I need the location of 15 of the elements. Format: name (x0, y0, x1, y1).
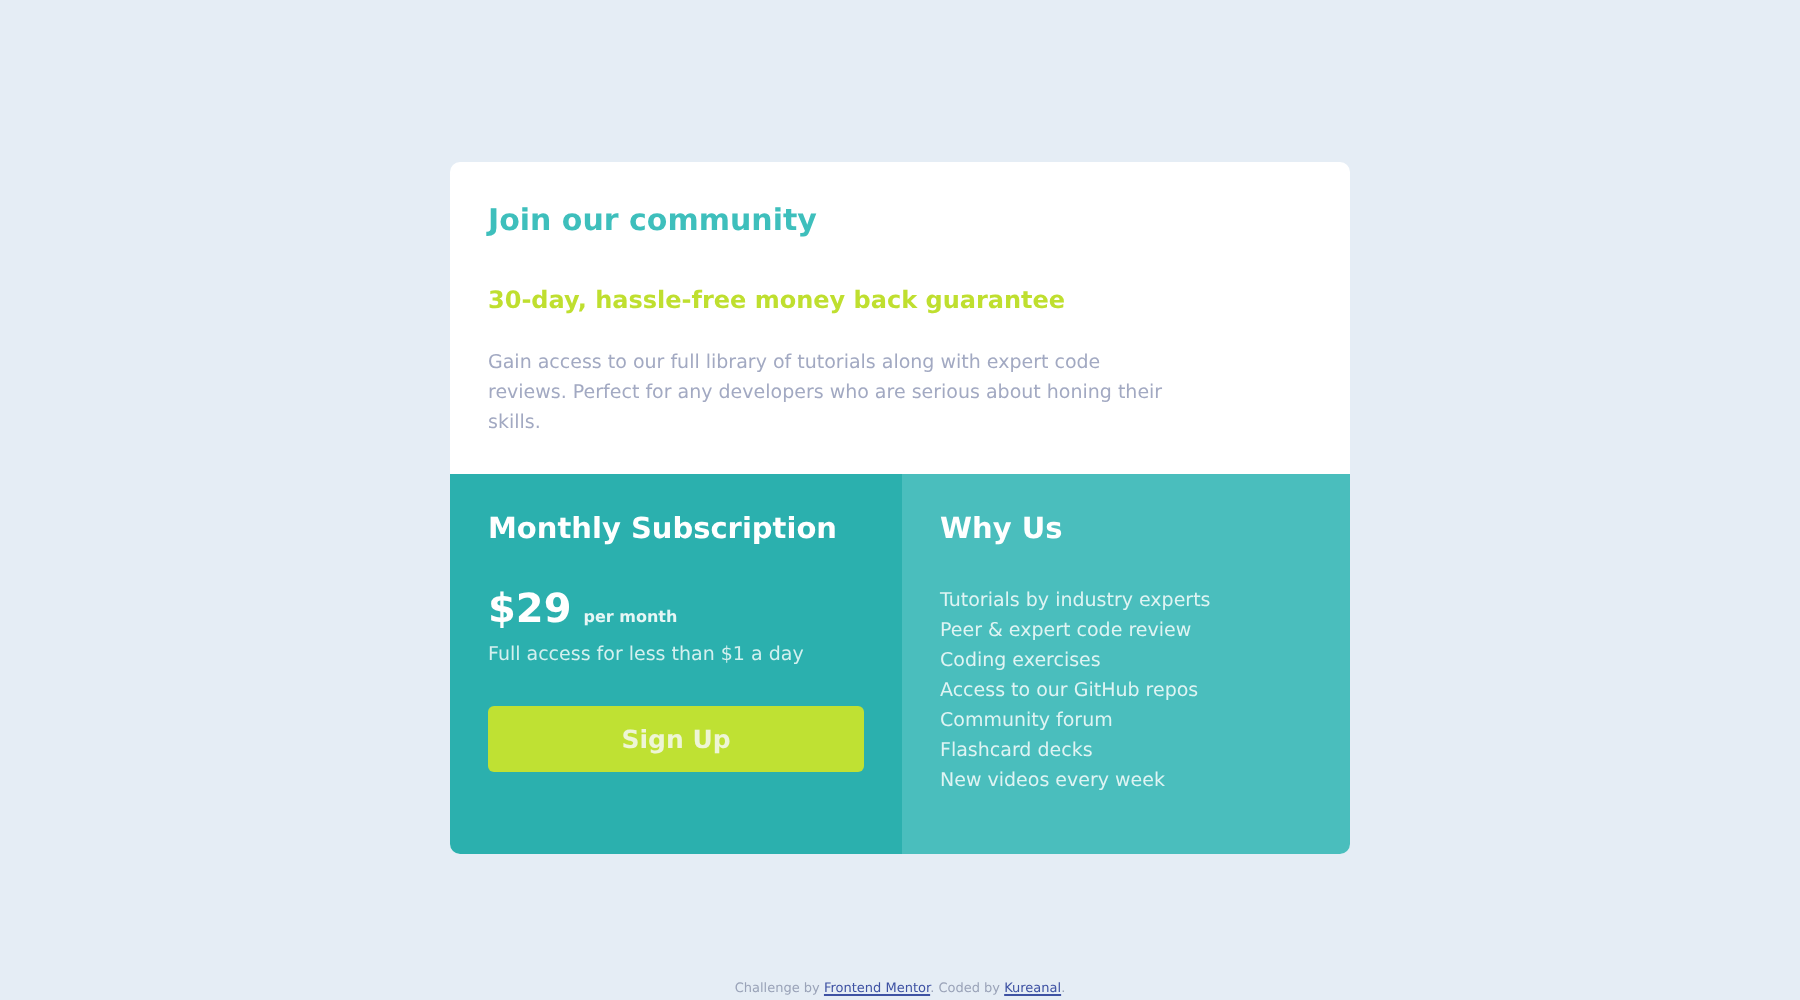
price-note: Full access for less than $1 a day (488, 644, 806, 666)
feature-item: Tutorials by industry experts (940, 588, 1213, 616)
feature-item: Access to our GitHub repos (940, 678, 1201, 706)
community-title: Join our community (488, 202, 819, 238)
price-text: $29 (488, 584, 572, 632)
feature-item: Flashcard decks (940, 738, 1095, 766)
description-text: Gain access to our full library of tutorials along with expert code reviews. Perfect for any developers who are serious about honing their skills. (488, 350, 1165, 438)
guarantee-text: 30-day, hassle-free money back guarantee (488, 286, 1068, 314)
feature-item: New videos every week (940, 768, 1167, 796)
feature-item: Community forum (940, 708, 1115, 736)
feature-item: Peer & expert code review (940, 618, 1194, 646)
feature-item: Coding exercises (940, 648, 1103, 676)
why-us-title: Why Us (940, 514, 1065, 546)
subscription-title: Monthly Subscription (488, 514, 839, 546)
period-text: per month (583, 608, 678, 626)
